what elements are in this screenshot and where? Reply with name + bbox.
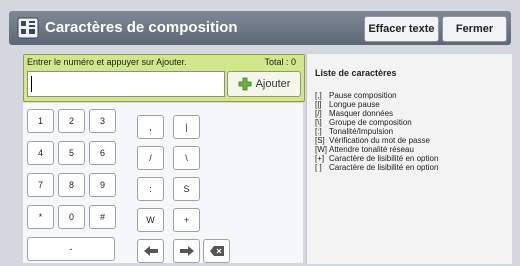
key-6[interactable]: 6 [89, 141, 116, 165]
page-title: Caractères de composition [45, 19, 238, 36]
key-9[interactable]: 9 [89, 173, 116, 197]
dialog: Caractères de composition Effacer texte … [0, 0, 520, 266]
cursor-right-button[interactable] [173, 239, 200, 263]
key-pipe[interactable]: | [173, 115, 200, 139]
list-item: [,] Pause composition [315, 91, 397, 100]
key-5[interactable]: 5 [58, 141, 85, 165]
character-list-panel: Liste de caractères [,] Pause composition… [306, 54, 512, 264]
keypad: 1 2 3 4 5 6 7 8 9 * 0 # - , | / \ : S W … [23, 103, 303, 263]
list-item: [:] Tonalité/Impulsion [315, 127, 394, 136]
list-item: [S] Vérification du mot de passe [315, 136, 430, 145]
dialing-characters-icon [17, 17, 39, 39]
add-button-label: Ajouter [255, 78, 291, 90]
cursor-left-button[interactable] [137, 239, 164, 263]
key-hash[interactable]: # [89, 205, 116, 229]
list-item: [|] Longue pause [315, 100, 380, 109]
key-plus[interactable]: + [173, 208, 200, 232]
key-colon[interactable]: : [137, 177, 164, 201]
key-2[interactable]: 2 [58, 109, 85, 133]
key-s[interactable]: S [173, 177, 200, 201]
key-8[interactable]: 8 [58, 173, 85, 197]
arrow-left-icon [143, 246, 158, 256]
key-star[interactable]: * [27, 205, 54, 229]
add-button[interactable]: Ajouter [227, 71, 301, 97]
character-list-title: Liste de caractères [315, 68, 397, 78]
list-item: [ ] Caractère de lisibilité en option [315, 163, 439, 172]
key-w[interactable]: W [137, 208, 164, 232]
backspace-button[interactable] [203, 239, 230, 263]
title-bar: Caractères de composition Effacer texte … [9, 11, 511, 45]
list-item: [\] Groupe de composition [315, 118, 412, 127]
key-0[interactable]: 0 [58, 205, 85, 229]
key-comma[interactable]: , [137, 115, 164, 139]
add-icon [238, 77, 251, 91]
key-3[interactable]: 3 [89, 109, 116, 133]
clear-text-button[interactable]: Effacer texte [364, 16, 439, 42]
list-item: [/] Masquer données [315, 109, 394, 118]
entry-panel: Entrer le numéro et appuyer sur Ajouter.… [23, 54, 305, 102]
number-input[interactable] [27, 71, 225, 97]
key-4[interactable]: 4 [27, 141, 54, 165]
key-backslash[interactable]: \ [173, 146, 200, 170]
key-7[interactable]: 7 [27, 173, 54, 197]
close-button[interactable]: Fermer [442, 16, 507, 42]
arrow-right-icon [179, 246, 194, 256]
key-slash[interactable]: / [137, 146, 164, 170]
key-1[interactable]: 1 [27, 109, 54, 133]
backspace-icon [209, 246, 224, 256]
total-count: Total : 0 [264, 57, 296, 67]
text-caret [31, 76, 32, 92]
list-item: [W] Attendre tonalité réseau [315, 145, 414, 154]
list-item: [+] Caractère de lisibilité en option [315, 154, 439, 163]
character-list: [,] Pause composition [|] Longue pause [/]… [315, 91, 438, 172]
entry-instruction: Entrer le numéro et appuyer sur Ajouter. [27, 57, 187, 67]
key-dash[interactable]: - [27, 237, 115, 261]
